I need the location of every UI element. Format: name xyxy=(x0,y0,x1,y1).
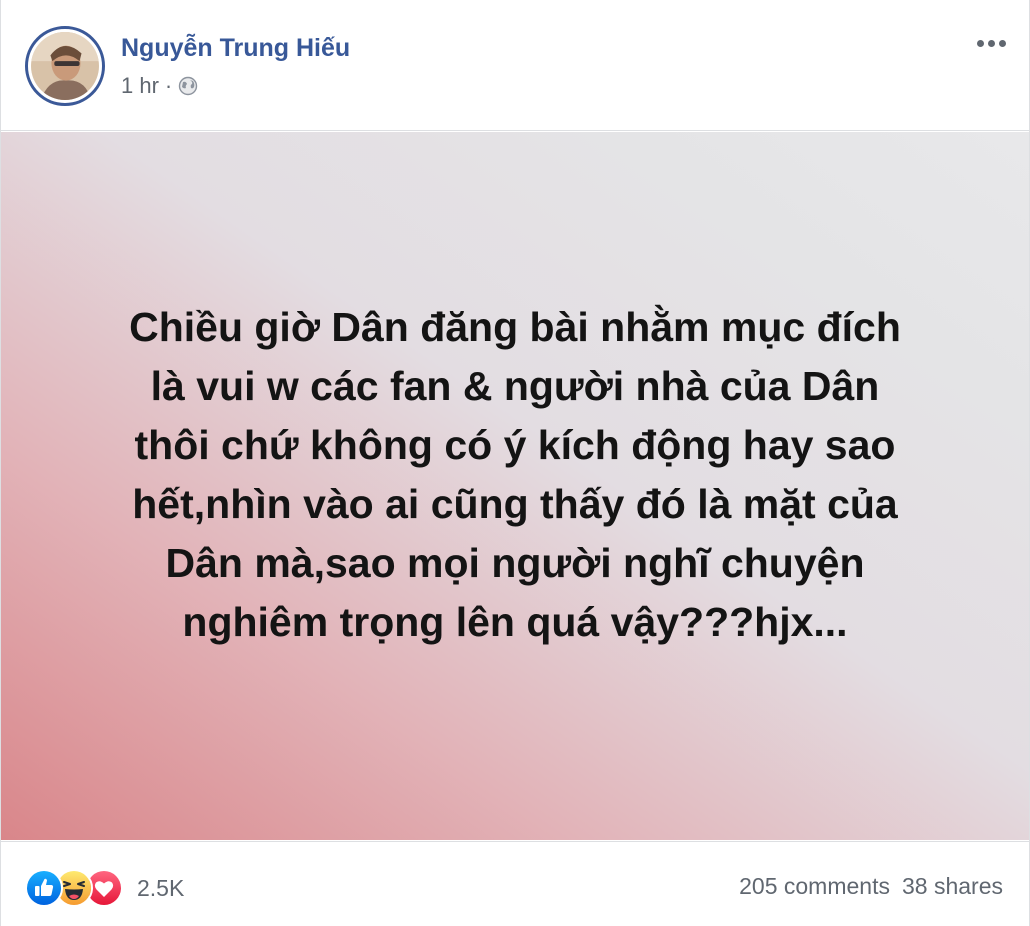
status-text: Chiều giờ Dân đăng bài nhằm mục đích là … xyxy=(129,304,901,645)
facebook-post: Nguyễn Trung Hiếu 1 hr · Chiều giờ Dân đ… xyxy=(0,0,1030,926)
post-timestamp[interactable]: 1 hr xyxy=(121,73,159,99)
author-name[interactable]: Nguyễn Trung Hiếu xyxy=(121,34,350,63)
avatar-image xyxy=(31,32,99,100)
reaction-count: 2.5K xyxy=(137,874,185,901)
shares-count-link[interactable]: 38 shares xyxy=(902,873,1003,899)
meta-separator: · xyxy=(164,73,173,98)
status-background: Chiều giờ Dân đăng bài nhằm mục đích là … xyxy=(1,132,1029,840)
like-icon xyxy=(25,869,63,907)
post-header: Nguyễn Trung Hiếu 1 hr · xyxy=(1,0,1029,131)
globe-icon[interactable] xyxy=(178,76,198,96)
author-avatar[interactable] xyxy=(25,26,105,106)
engagement-summary: 205 comments 38 shares xyxy=(739,873,1003,900)
post-meta: 1 hr · xyxy=(121,73,198,99)
more-options-icon[interactable] xyxy=(971,30,1011,56)
reactions-summary[interactable]: 2.5K xyxy=(25,869,184,907)
comments-count-link[interactable]: 205 comments xyxy=(739,873,890,899)
post-footer: 2.5K 205 comments 38 shares xyxy=(1,841,1029,926)
